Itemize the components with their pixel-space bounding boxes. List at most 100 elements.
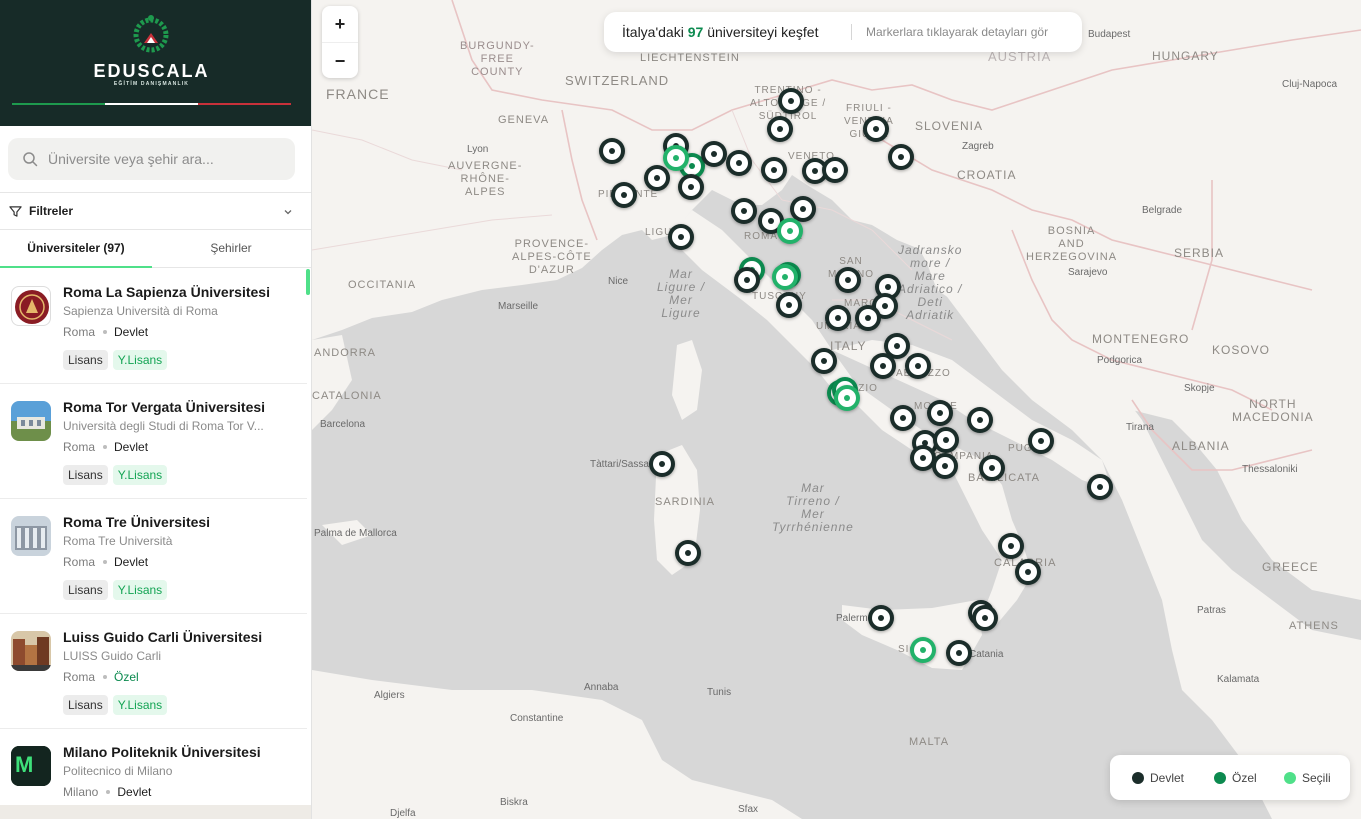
search-box[interactable] <box>8 138 295 180</box>
university-marker[interactable] <box>734 267 760 293</box>
university-marker[interactable] <box>868 605 894 631</box>
university-marker[interactable] <box>927 400 953 426</box>
university-marker[interactable] <box>644 165 670 191</box>
university-marker[interactable] <box>761 157 787 183</box>
degree-badges: Lisans Y.Lisans <box>63 695 168 715</box>
university-marker[interactable] <box>825 305 851 331</box>
region-label: ANDORRA <box>314 347 377 359</box>
region-label: GREECE <box>1262 560 1319 574</box>
university-marker[interactable] <box>855 305 881 331</box>
university-photo <box>11 516 51 556</box>
list-item[interactable]: Luiss Guido Carli Üniversitesi LUISS Gui… <box>0 614 307 729</box>
university-marker[interactable] <box>663 145 689 171</box>
region-label: SWITZERLAND <box>565 73 670 88</box>
university-marker[interactable] <box>767 116 793 142</box>
tab-cities[interactable]: Şehirler <box>155 230 307 268</box>
university-marker[interactable] <box>1015 559 1041 585</box>
list-item[interactable]: M Milano Politeknik Üniversitesi Politec… <box>0 729 307 805</box>
region-label: OCCITANIA <box>348 279 417 291</box>
filters-toggle[interactable]: Filtreler <box>0 192 311 230</box>
region-label: FRANCE <box>326 86 390 102</box>
university-marker[interactable] <box>888 144 914 170</box>
city-label: Kalamata <box>1217 674 1260 685</box>
city-label: Patras <box>1197 605 1226 616</box>
city-label: Cluj-Napoca <box>1282 79 1338 90</box>
city-label: Zagreb <box>962 141 994 152</box>
filters-label: Filtreler <box>29 204 74 218</box>
university-marker[interactable] <box>776 292 802 318</box>
city-label: Annaba <box>584 682 619 693</box>
divider <box>851 24 852 40</box>
university-marker[interactable] <box>946 640 972 666</box>
university-marker[interactable] <box>835 267 861 293</box>
university-name: Luiss Guido Carli Üniversitesi <box>63 629 263 645</box>
university-marker[interactable] <box>933 427 959 453</box>
brand-name: EDUSCALA <box>93 61 210 81</box>
university-subtitle: LUISS Guido Carli <box>63 649 162 663</box>
university-marker[interactable] <box>811 348 837 374</box>
university-marker[interactable] <box>599 138 625 164</box>
city-label: Belgrade <box>1142 205 1183 216</box>
tab-universities[interactable]: Üniversiteler (97) <box>0 230 152 268</box>
university-marker[interactable] <box>611 182 637 208</box>
university-meta: Roma Devlet <box>63 325 148 339</box>
university-marker[interactable] <box>890 405 916 431</box>
university-marker[interactable] <box>910 637 936 663</box>
university-marker[interactable] <box>701 141 727 167</box>
university-marker[interactable] <box>778 88 804 114</box>
university-marker[interactable] <box>998 533 1024 559</box>
university-marker[interactable] <box>678 174 704 200</box>
university-marker[interactable] <box>1028 428 1054 454</box>
badge-lisans: Lisans <box>63 695 108 715</box>
region-label: NORTH MACEDONIA <box>1232 397 1314 424</box>
city-label: Tunis <box>707 687 732 698</box>
region-label: BOSNIA AND HERZEGOVINA <box>1026 225 1118 263</box>
badge-lisans: Lisans <box>63 350 108 370</box>
list-item[interactable]: Roma Tre Üniversitesi Roma Tre Universit… <box>0 499 307 614</box>
city-label: Barcelona <box>320 419 366 430</box>
university-type: Devlet <box>117 785 152 799</box>
university-marker[interactable] <box>777 218 803 244</box>
info-suffix: üniversiteyi keşfet <box>707 24 819 40</box>
university-marker[interactable] <box>932 453 958 479</box>
university-marker[interactable] <box>905 353 931 379</box>
university-subtitle: Roma Tre Università <box>63 534 173 548</box>
university-marker[interactable] <box>1087 474 1113 500</box>
city-label: Marseille <box>498 301 539 312</box>
badge-lisans: Lisans <box>63 465 108 485</box>
university-marker[interactable] <box>772 264 798 290</box>
map-view[interactable]: FRANCE BURGUNDY- FREE COUNTY SWITZERLAND… <box>312 0 1361 819</box>
svg-text:M: M <box>15 752 33 777</box>
degree-badges: Lisans Y.Lisans <box>63 350 168 370</box>
chevron-down-icon <box>284 210 292 215</box>
region-label: CROATIA <box>957 168 1017 182</box>
university-marker[interactable] <box>726 150 752 176</box>
region-label: SLOVENIA <box>915 119 984 133</box>
legend-label: Seçili <box>1302 771 1331 785</box>
university-marker[interactable] <box>863 116 889 142</box>
university-marker[interactable] <box>972 605 998 631</box>
university-marker[interactable] <box>675 540 701 566</box>
legend-label: Özel <box>1232 771 1257 785</box>
region-label: SERBIA <box>1174 246 1225 260</box>
list-item[interactable]: Roma Tor Vergata Üniversitesi Università… <box>0 384 307 499</box>
brand-stripe <box>12 103 291 105</box>
search-input[interactable] <box>48 138 288 180</box>
university-marker[interactable] <box>979 455 1005 481</box>
university-count: 97 <box>687 24 704 40</box>
sidebar: EDUSCALA EĞİTİM DANIŞMANLIK Filtreler Ün… <box>0 0 312 819</box>
university-marker[interactable] <box>870 353 896 379</box>
list-item[interactable]: Roma La Sapienza Üniversitesi Sapienza U… <box>0 269 307 384</box>
city-label: Djelfa <box>390 808 416 819</box>
university-marker[interactable] <box>834 385 860 411</box>
university-marker[interactable] <box>731 198 757 224</box>
university-marker[interactable] <box>967 407 993 433</box>
university-city: Roma <box>63 440 96 454</box>
university-marker[interactable] <box>822 157 848 183</box>
university-marker[interactable] <box>668 224 694 250</box>
filter-icon <box>9 206 22 217</box>
zoom-out-button[interactable]: − <box>322 42 358 78</box>
zoom-in-button[interactable]: + <box>322 6 358 42</box>
city-label: Biskra <box>500 797 528 808</box>
university-marker[interactable] <box>649 451 675 477</box>
